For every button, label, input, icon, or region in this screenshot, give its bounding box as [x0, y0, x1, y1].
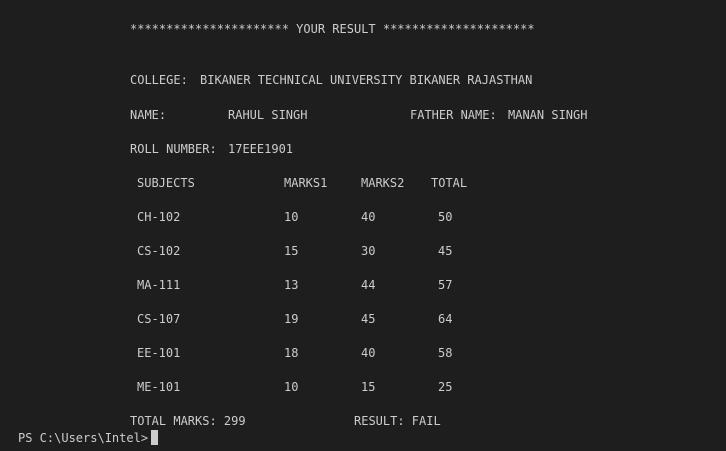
- row-total: 64: [438, 312, 453, 326]
- row-marks1: 10: [284, 380, 299, 394]
- college-label: COLLEGE:: [130, 73, 188, 87]
- row-subject: CS-107: [137, 312, 181, 326]
- roll-number-value: 17EEE1901: [228, 142, 294, 156]
- row-subject: MA-111: [137, 278, 181, 292]
- terminal-window[interactable]: ********************** YOUR RESULT *****…: [0, 0, 726, 451]
- row-total: 58: [438, 346, 453, 360]
- roll-number-label: ROLL NUMBER:: [130, 142, 217, 156]
- table-header-total: TOTAL: [431, 176, 468, 190]
- row-marks1: 15: [284, 244, 299, 258]
- row-total: 57: [438, 278, 453, 292]
- row-subject: CS-102: [137, 244, 181, 258]
- row-total: 50: [438, 210, 453, 224]
- result-banner: ********************** YOUR RESULT *****…: [130, 22, 535, 36]
- result-status: RESULT: FAIL: [354, 414, 441, 428]
- college-value: BIKANER TECHNICAL UNIVERSITY BIKANER RAJ…: [200, 73, 533, 87]
- shell-prompt: PS C:\Users\Intel>: [18, 431, 149, 445]
- table-header-subjects: SUBJECTS: [137, 176, 195, 190]
- row-marks1: 18: [284, 346, 299, 360]
- row-subject: CH-102: [137, 210, 181, 224]
- row-total: 45: [438, 244, 453, 258]
- row-subject: EE-101: [137, 346, 181, 360]
- row-marks1: 13: [284, 278, 299, 292]
- row-total: 25: [438, 380, 453, 394]
- table-header-marks2: MARKS2: [361, 176, 405, 190]
- text-cursor[interactable]: [151, 430, 158, 445]
- row-marks2: 40: [361, 210, 376, 224]
- row-marks2: 44: [361, 278, 376, 292]
- name-label: NAME:: [130, 108, 167, 122]
- father-name-label: FATHER NAME:: [410, 108, 497, 122]
- table-header-marks1: MARKS1: [284, 176, 328, 190]
- row-marks2: 40: [361, 346, 376, 360]
- total-marks: TOTAL MARKS: 299: [130, 414, 246, 428]
- row-marks1: 19: [284, 312, 299, 326]
- row-subject: ME-101: [137, 380, 181, 394]
- row-marks1: 10: [284, 210, 299, 224]
- row-marks2: 30: [361, 244, 376, 258]
- row-marks2: 15: [361, 380, 376, 394]
- row-marks2: 45: [361, 312, 376, 326]
- name-value: RAHUL SINGH: [228, 108, 308, 122]
- father-name-value: MANAN SINGH: [508, 108, 588, 122]
